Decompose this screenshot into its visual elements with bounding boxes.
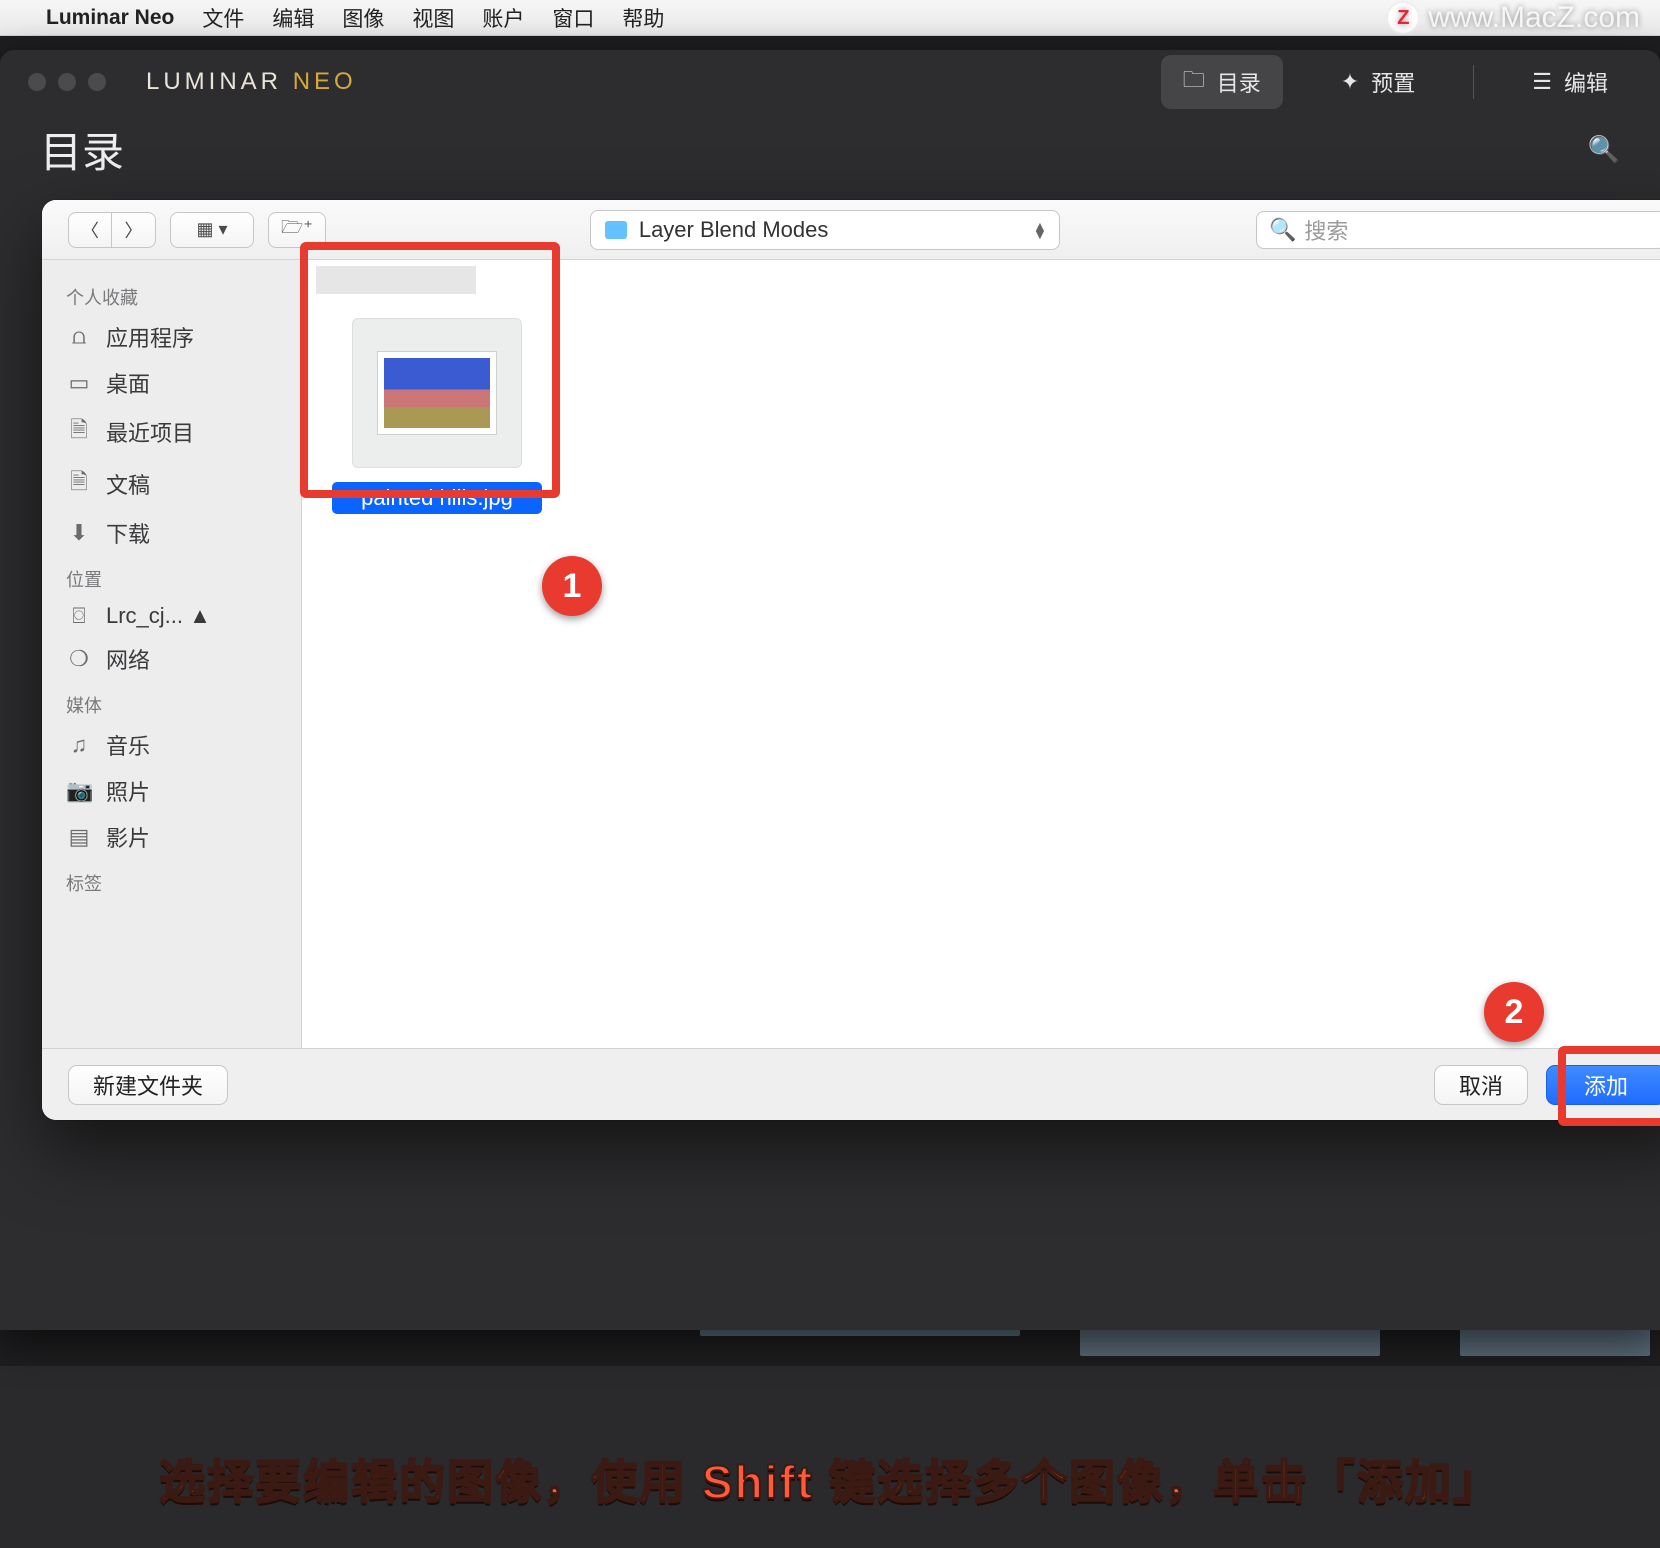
sidebar-item-label: 桌面 xyxy=(106,367,150,399)
dialog-toolbar: 〈 〉 ▦ ▾ 🗁⁺ Layer Blend Modes ▲▼ 🔍 搜索 xyxy=(42,200,1660,260)
menu-image[interactable]: 图像 xyxy=(342,3,384,33)
sidebar-item-label: 网络 xyxy=(106,643,150,675)
sidebar-section-tags: 标签 xyxy=(42,860,301,900)
menu-file[interactable]: 文件 xyxy=(202,3,244,33)
file-open-dialog: 〈 〉 ▦ ▾ 🗁⁺ Layer Blend Modes ▲▼ 🔍 搜索 个人收… xyxy=(42,200,1660,1120)
sidebar-section-favorites: 个人收藏 xyxy=(42,274,301,314)
desktop-icon: ▭ xyxy=(66,370,92,396)
new-folder-button[interactable]: 新建文件夹 xyxy=(68,1065,228,1105)
arrange-button[interactable]: 🗁⁺ xyxy=(268,212,326,248)
tab-label: 预置 xyxy=(1371,66,1415,98)
tab-edit[interactable]: ☰ 编辑 xyxy=(1510,58,1630,106)
watermark-badge-icon: Z xyxy=(1388,3,1418,33)
sidebar-item-volume[interactable]: ⌼ Lrc_cj... ▲ xyxy=(42,596,301,636)
tab-catalog[interactable]: 🗀 目录 xyxy=(1161,55,1283,109)
folder-icon: 🗀 xyxy=(1183,63,1205,101)
page-title: 目录 xyxy=(40,119,124,180)
sidebar-item-movies[interactable]: ▤ 影片 xyxy=(42,814,301,860)
sliders-icon: ☰ xyxy=(1532,69,1552,95)
path-label: Layer Blend Modes xyxy=(639,217,829,243)
menu-window[interactable]: 窗口 xyxy=(552,3,594,33)
sidebar-item-label: 下载 xyxy=(106,517,150,549)
chevron-right-icon: 〉 xyxy=(125,217,143,243)
annotation-badge-2: 2 xyxy=(1484,982,1544,1042)
sidebar-item-label: Lrc_cj... ▲ xyxy=(106,603,211,629)
downloads-icon: ⬇ xyxy=(66,520,92,546)
divider xyxy=(1473,65,1474,99)
sidebar-item-desktop[interactable]: ▭ 桌面 xyxy=(42,360,301,406)
dialog-footer: 新建文件夹 取消 添加 xyxy=(42,1048,1660,1120)
applications-icon: ⩍ xyxy=(66,324,92,350)
app-titlebar: LUMINAR NEO 🗀 目录 ✦ 预置 ☰ 编辑 xyxy=(0,50,1660,114)
tab-label: 目录 xyxy=(1217,66,1261,98)
file-thumbnail xyxy=(352,318,522,468)
sidebar-item-photos[interactable]: 📷 照片 xyxy=(42,768,301,814)
watermark-text: www.MacZ.com xyxy=(1428,1,1640,35)
cancel-button[interactable]: 取消 xyxy=(1434,1065,1528,1105)
updown-icon: ▲▼ xyxy=(1033,222,1047,238)
sidebar-item-label: 影片 xyxy=(106,821,150,853)
tab-presets[interactable]: ✦ 预置 xyxy=(1319,58,1437,106)
tab-label: 编辑 xyxy=(1564,66,1608,98)
search-icon[interactable]: 🔍 xyxy=(1588,134,1620,165)
folder-plus-icon: 🗁⁺ xyxy=(281,215,313,245)
network-icon: ❍ xyxy=(66,646,92,672)
sidebar-item-documents[interactable]: 🗎 文稿 xyxy=(42,458,301,510)
chevron-left-icon: 〈 xyxy=(81,217,99,243)
folder-icon xyxy=(605,221,627,239)
menubar-app-name[interactable]: Luminar Neo xyxy=(46,6,174,30)
search-placeholder: 搜索 xyxy=(1304,214,1348,246)
app-subheader: 目录 🔍 xyxy=(0,114,1660,184)
sidebar-item-label: 音乐 xyxy=(106,729,150,761)
watermark: Z www.MacZ.com xyxy=(1388,0,1640,36)
sidebar-item-recents[interactable]: 🗎 最近项目 xyxy=(42,406,301,458)
sidebar-item-label: 最近项目 xyxy=(106,416,194,448)
drive-icon: ⌼ xyxy=(66,603,92,629)
file-item[interactable]: painted hills.jpg xyxy=(332,318,542,514)
menu-help[interactable]: 帮助 xyxy=(622,3,664,33)
instruction-caption: 选择要编辑的图像，使用 Shift 键选择多个图像，单击「添加」 xyxy=(0,1446,1660,1512)
film-icon: ▤ xyxy=(66,824,92,850)
documents-icon: 🗎 xyxy=(66,465,92,503)
nav-back-button[interactable]: 〈 xyxy=(68,212,112,248)
dialog-file-grid[interactable]: painted hills.jpg xyxy=(302,260,1660,1048)
dialog-sidebar: 个人收藏 ⩍ 应用程序 ▭ 桌面 🗎 最近项目 🗎 文稿 ⬇ 下载 位置 ⌼ Lrc_cj.… xyxy=(42,260,302,1048)
window-traffic-lights[interactable] xyxy=(28,73,106,91)
music-icon: ♫ xyxy=(66,732,92,758)
sidebar-item-label: 文稿 xyxy=(106,468,150,500)
sidebar-item-applications[interactable]: ⩍ 应用程序 xyxy=(42,314,301,360)
search-icon: 🔍 xyxy=(1269,217,1296,243)
recents-icon: 🗎 xyxy=(66,413,92,451)
menu-view[interactable]: 视图 xyxy=(412,3,454,33)
sidebar-item-music[interactable]: ♫ 音乐 xyxy=(42,722,301,768)
sidebar-section-locations: 位置 xyxy=(42,556,301,596)
add-button[interactable]: 添加 xyxy=(1546,1065,1660,1105)
sparkle-icon: ✦ xyxy=(1341,69,1359,95)
sidebar-item-label: 照片 xyxy=(106,775,150,807)
sidebar-item-network[interactable]: ❍ 网络 xyxy=(42,636,301,682)
redacted-strip xyxy=(316,266,476,294)
view-mode-button[interactable]: ▦ ▾ xyxy=(170,212,254,248)
file-name-label: painted hills.jpg xyxy=(332,482,542,514)
sidebar-item-label: 应用程序 xyxy=(106,321,194,353)
grid-view-icon: ▦ ▾ xyxy=(196,219,227,240)
macos-menubar: Luminar Neo 文件 编辑 图像 视图 账户 窗口 帮助 Z www.M… xyxy=(0,0,1660,36)
sidebar-item-downloads[interactable]: ⬇ 下载 xyxy=(42,510,301,556)
path-dropdown[interactable]: Layer Blend Modes ▲▼ xyxy=(590,210,1060,250)
nav-forward-button[interactable]: 〉 xyxy=(112,212,156,248)
app-logo: LUMINAR NEO xyxy=(146,68,357,96)
dialog-search-field[interactable]: 🔍 搜索 xyxy=(1256,211,1660,249)
camera-icon: 📷 xyxy=(66,778,92,804)
menu-edit[interactable]: 编辑 xyxy=(272,3,314,33)
annotation-badge-1: 1 xyxy=(542,556,602,616)
sidebar-section-media: 媒体 xyxy=(42,682,301,722)
menu-account[interactable]: 账户 xyxy=(482,3,524,33)
